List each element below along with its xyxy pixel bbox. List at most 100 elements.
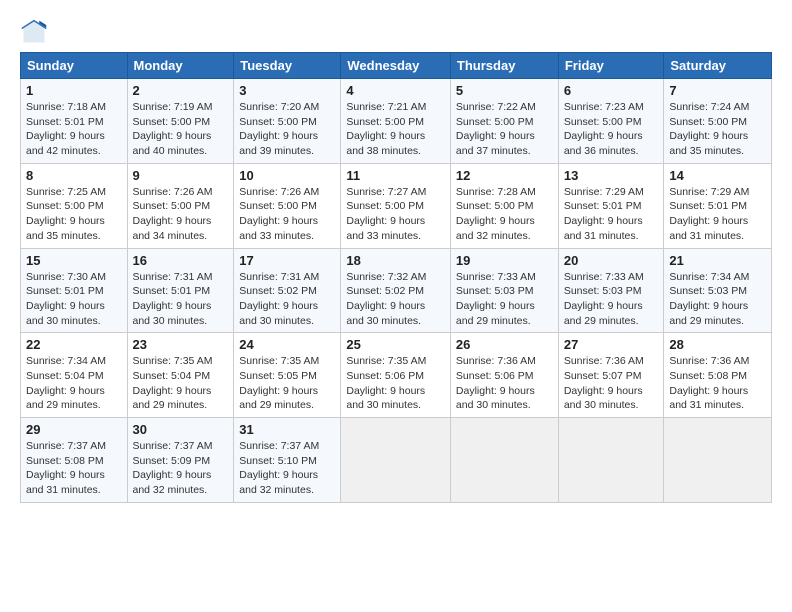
day-info: Sunrise: 7:37 AM Sunset: 5:09 PM Dayligh… — [133, 439, 229, 498]
day-info: Sunrise: 7:36 AM Sunset: 5:06 PM Dayligh… — [456, 354, 553, 413]
calendar-cell: 26Sunrise: 7:36 AM Sunset: 5:06 PM Dayli… — [450, 333, 558, 418]
calendar-cell: 25Sunrise: 7:35 AM Sunset: 5:06 PM Dayli… — [341, 333, 451, 418]
day-info: Sunrise: 7:35 AM Sunset: 5:04 PM Dayligh… — [133, 354, 229, 413]
day-number: 4 — [346, 83, 445, 98]
calendar-cell: 11Sunrise: 7:27 AM Sunset: 5:00 PM Dayli… — [341, 163, 451, 248]
calendar-week-5: 29 Sunrise: 7:37 AM Sunset: 5:08 PM Dayli… — [21, 418, 772, 503]
calendar-cell: 5 Sunrise: 7:22 AM Sunset: 5:00 PM Daylig… — [450, 79, 558, 164]
day-number: 8 — [26, 168, 122, 183]
calendar-cell — [341, 418, 451, 503]
day-number: 2 — [133, 83, 229, 98]
calendar-cell: 14 Sunrise: 7:29 AM Sunset: 5:01 PM Dayli… — [664, 163, 772, 248]
calendar-cell: 3 Sunrise: 7:20 AM Sunset: 5:00 PM Daylig… — [234, 79, 341, 164]
logo-icon — [20, 18, 48, 46]
day-info: Sunrise: 7:30 AM Sunset: 5:01 PM Dayligh… — [26, 270, 122, 329]
calendar-cell: 30 Sunrise: 7:37 AM Sunset: 5:09 PM Dayli… — [127, 418, 234, 503]
day-number: 6 — [564, 83, 659, 98]
calendar-cell: 24 Sunrise: 7:35 AM Sunset: 5:05 PM Dayli… — [234, 333, 341, 418]
day-info: Sunrise: 7:32 AM Sunset: 5:02 PM Dayligh… — [346, 270, 445, 329]
calendar-cell: 17 Sunrise: 7:31 AM Sunset: 5:02 PM Dayli… — [234, 248, 341, 333]
day-number: 15 — [26, 253, 122, 268]
day-number: 20 — [564, 253, 659, 268]
day-info: Sunrise: 7:29 AM Sunset: 5:01 PM Dayligh… — [669, 185, 766, 244]
calendar-cell: 15 Sunrise: 7:30 AM Sunset: 5:01 PM Dayli… — [21, 248, 128, 333]
calendar-week-4: 22 Sunrise: 7:34 AM Sunset: 5:04 PM Dayli… — [21, 333, 772, 418]
day-info: Sunrise: 7:34 AM Sunset: 5:04 PM Dayligh… — [26, 354, 122, 413]
calendar-cell: 9 Sunrise: 7:26 AM Sunset: 5:00 PM Daylig… — [127, 163, 234, 248]
calendar-cell: 29 Sunrise: 7:37 AM Sunset: 5:08 PM Dayli… — [21, 418, 128, 503]
calendar-cell: 20 Sunrise: 7:33 AM Sunset: 5:03 PM Dayli… — [558, 248, 664, 333]
calendar-week-3: 15 Sunrise: 7:30 AM Sunset: 5:01 PM Dayli… — [21, 248, 772, 333]
calendar-week-2: 8 Sunrise: 7:25 AM Sunset: 5:00 PM Daylig… — [21, 163, 772, 248]
day-number: 29 — [26, 422, 122, 437]
calendar-cell: 19 Sunrise: 7:33 AM Sunset: 5:03 PM Dayli… — [450, 248, 558, 333]
day-info: Sunrise: 7:34 AM Sunset: 5:03 PM Dayligh… — [669, 270, 766, 329]
day-number: 19 — [456, 253, 553, 268]
calendar-cell — [450, 418, 558, 503]
day-info: Sunrise: 7:20 AM Sunset: 5:00 PM Dayligh… — [239, 100, 335, 159]
day-info: Sunrise: 7:33 AM Sunset: 5:03 PM Dayligh… — [564, 270, 659, 329]
calendar-cell: 16 Sunrise: 7:31 AM Sunset: 5:01 PM Dayli… — [127, 248, 234, 333]
day-info: Sunrise: 7:24 AM Sunset: 5:00 PM Dayligh… — [669, 100, 766, 159]
day-info: Sunrise: 7:35 AM Sunset: 5:05 PM Dayligh… — [239, 354, 335, 413]
day-info: Sunrise: 7:18 AM Sunset: 5:01 PM Dayligh… — [26, 100, 122, 159]
day-header-sunday: Sunday — [21, 53, 128, 79]
day-number: 22 — [26, 337, 122, 352]
day-header-tuesday: Tuesday — [234, 53, 341, 79]
day-number: 10 — [239, 168, 335, 183]
day-number: 9 — [133, 168, 229, 183]
day-info: Sunrise: 7:29 AM Sunset: 5:01 PM Dayligh… — [564, 185, 659, 244]
day-header-saturday: Saturday — [664, 53, 772, 79]
day-header-wednesday: Wednesday — [341, 53, 451, 79]
day-info: Sunrise: 7:33 AM Sunset: 5:03 PM Dayligh… — [456, 270, 553, 329]
calendar-cell: 7 Sunrise: 7:24 AM Sunset: 5:00 PM Daylig… — [664, 79, 772, 164]
day-header-monday: Monday — [127, 53, 234, 79]
calendar-cell: 13 Sunrise: 7:29 AM Sunset: 5:01 PM Dayli… — [558, 163, 664, 248]
calendar-cell: 31Sunrise: 7:37 AM Sunset: 5:10 PM Dayli… — [234, 418, 341, 503]
day-info: Sunrise: 7:37 AM Sunset: 5:08 PM Dayligh… — [26, 439, 122, 498]
day-number: 27 — [564, 337, 659, 352]
calendar-cell: 27 Sunrise: 7:36 AM Sunset: 5:07 PM Dayli… — [558, 333, 664, 418]
day-info: Sunrise: 7:31 AM Sunset: 5:01 PM Dayligh… — [133, 270, 229, 329]
day-info: Sunrise: 7:26 AM Sunset: 5:00 PM Dayligh… — [133, 185, 229, 244]
day-number: 17 — [239, 253, 335, 268]
day-number: 28 — [669, 337, 766, 352]
day-info: Sunrise: 7:25 AM Sunset: 5:00 PM Dayligh… — [26, 185, 122, 244]
day-info: Sunrise: 7:31 AM Sunset: 5:02 PM Dayligh… — [239, 270, 335, 329]
day-info: Sunrise: 7:23 AM Sunset: 5:00 PM Dayligh… — [564, 100, 659, 159]
day-number: 7 — [669, 83, 766, 98]
day-info: Sunrise: 7:36 AM Sunset: 5:07 PM Dayligh… — [564, 354, 659, 413]
day-info: Sunrise: 7:28 AM Sunset: 5:00 PM Dayligh… — [456, 185, 553, 244]
day-number: 1 — [26, 83, 122, 98]
header — [20, 18, 772, 46]
day-number: 16 — [133, 253, 229, 268]
calendar-cell: 10Sunrise: 7:26 AM Sunset: 5:00 PM Dayli… — [234, 163, 341, 248]
day-info: Sunrise: 7:21 AM Sunset: 5:00 PM Dayligh… — [346, 100, 445, 159]
calendar-cell: 23 Sunrise: 7:35 AM Sunset: 5:04 PM Dayli… — [127, 333, 234, 418]
calendar-cell: 8 Sunrise: 7:25 AM Sunset: 5:00 PM Daylig… — [21, 163, 128, 248]
day-number: 18 — [346, 253, 445, 268]
day-number: 3 — [239, 83, 335, 98]
calendar-cell — [558, 418, 664, 503]
day-number: 12 — [456, 168, 553, 183]
day-number: 24 — [239, 337, 335, 352]
day-number: 23 — [133, 337, 229, 352]
day-header-thursday: Thursday — [450, 53, 558, 79]
calendar: SundayMondayTuesdayWednesdayThursdayFrid… — [20, 52, 772, 503]
day-info: Sunrise: 7:22 AM Sunset: 5:00 PM Dayligh… — [456, 100, 553, 159]
day-info: Sunrise: 7:37 AM Sunset: 5:10 PM Dayligh… — [239, 439, 335, 498]
calendar-cell: 1 Sunrise: 7:18 AM Sunset: 5:01 PM Daylig… — [21, 79, 128, 164]
calendar-cell: 21 Sunrise: 7:34 AM Sunset: 5:03 PM Dayli… — [664, 248, 772, 333]
calendar-cell — [664, 418, 772, 503]
calendar-cell: 12 Sunrise: 7:28 AM Sunset: 5:00 PM Dayli… — [450, 163, 558, 248]
calendar-cell: 18 Sunrise: 7:32 AM Sunset: 5:02 PM Dayli… — [341, 248, 451, 333]
day-info: Sunrise: 7:19 AM Sunset: 5:00 PM Dayligh… — [133, 100, 229, 159]
day-number: 30 — [133, 422, 229, 437]
calendar-cell: 28 Sunrise: 7:36 AM Sunset: 5:08 PM Dayli… — [664, 333, 772, 418]
day-number: 5 — [456, 83, 553, 98]
day-number: 13 — [564, 168, 659, 183]
day-info: Sunrise: 7:35 AM Sunset: 5:06 PM Dayligh… — [346, 354, 445, 413]
day-number: 21 — [669, 253, 766, 268]
day-info: Sunrise: 7:36 AM Sunset: 5:08 PM Dayligh… — [669, 354, 766, 413]
day-number: 14 — [669, 168, 766, 183]
